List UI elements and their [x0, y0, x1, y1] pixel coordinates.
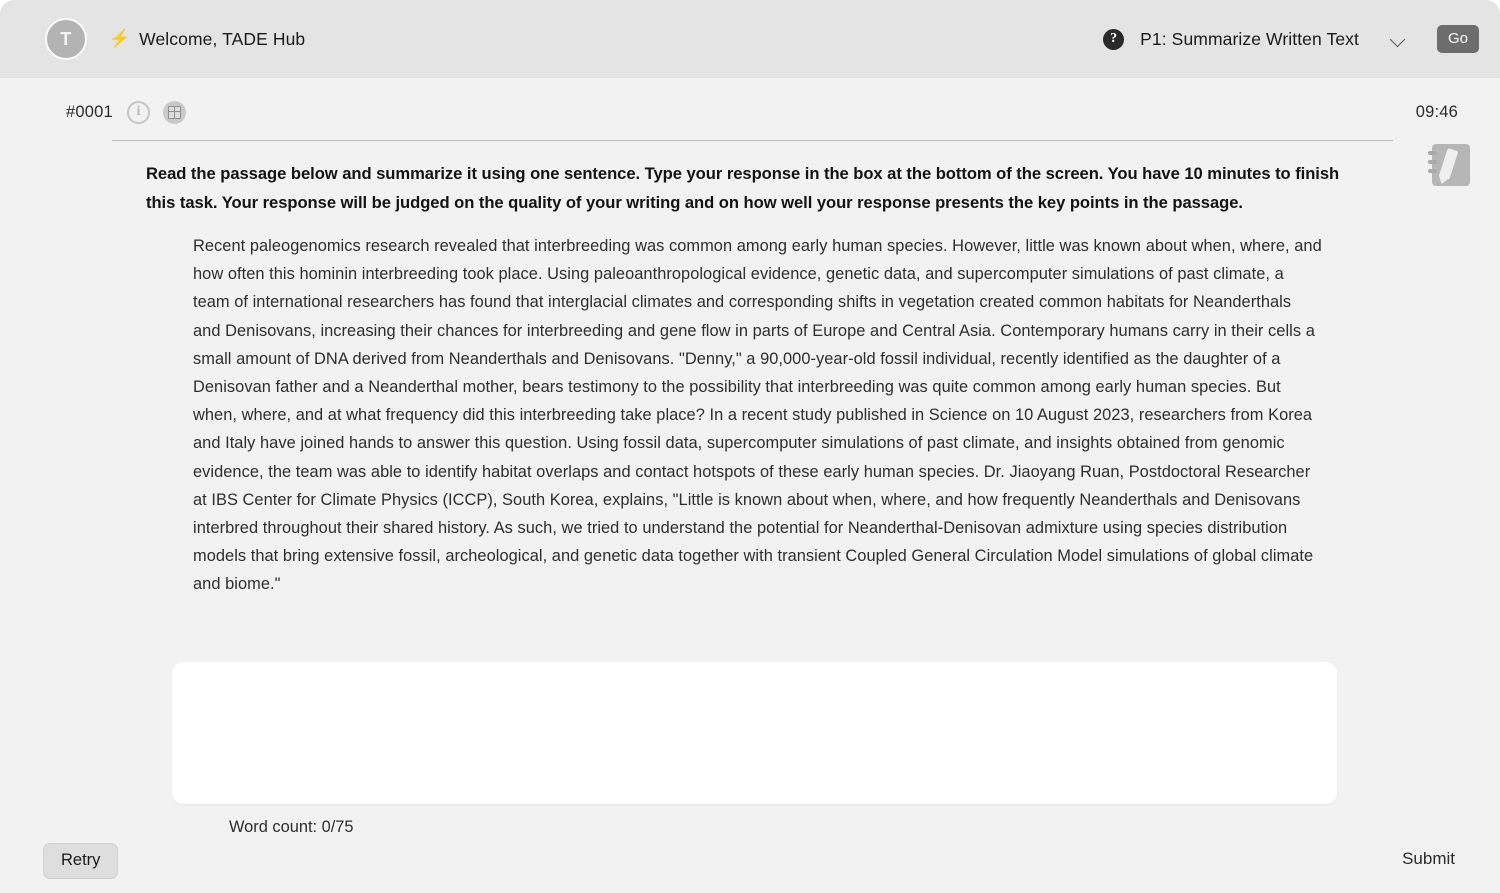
retry-button[interactable]: Retry: [43, 843, 119, 879]
notepad-pencil-icon[interactable]: [1426, 141, 1474, 189]
header-right-group: ? P1: Summarize Written Text Go: [1103, 25, 1479, 53]
task-selector-label[interactable]: P1: Summarize Written Text: [1140, 29, 1359, 50]
header-divider: [112, 140, 1393, 141]
submit-button[interactable]: Submit: [1400, 845, 1457, 873]
bolt-icon: ⚡: [109, 28, 131, 48]
chevron-down-icon[interactable]: [1391, 32, 1406, 47]
avatar[interactable]: T: [45, 18, 87, 60]
item-number: #0001: [66, 102, 113, 121]
help-icon[interactable]: ?: [1103, 28, 1125, 50]
item-info-row: #0001 i 09:46: [0, 92, 1500, 132]
task-instructions: Read the passage below and summarize it …: [146, 164, 1340, 212]
app-root: T ⚡ Welcome, TADE Hub ? P1: Summarize Wr…: [0, 0, 1500, 893]
calculator-icon[interactable]: [162, 100, 186, 124]
info-icon[interactable]: i: [126, 100, 150, 124]
reading-passage: Recent paleogenomics research revealed t…: [193, 237, 1322, 594]
header-left-group: T ⚡ Welcome, TADE Hub: [45, 18, 305, 60]
welcome-message: Welcome, TADE Hub: [139, 28, 306, 49]
response-textarea[interactable]: [172, 662, 1337, 804]
top-header-bar: T ⚡ Welcome, TADE Hub ? P1: Summarize Wr…: [0, 0, 1500, 78]
go-button[interactable]: Go: [1436, 25, 1479, 53]
word-count-label: Word count: 0/75: [229, 818, 354, 836]
timer-display: 09:46: [1415, 102, 1458, 121]
